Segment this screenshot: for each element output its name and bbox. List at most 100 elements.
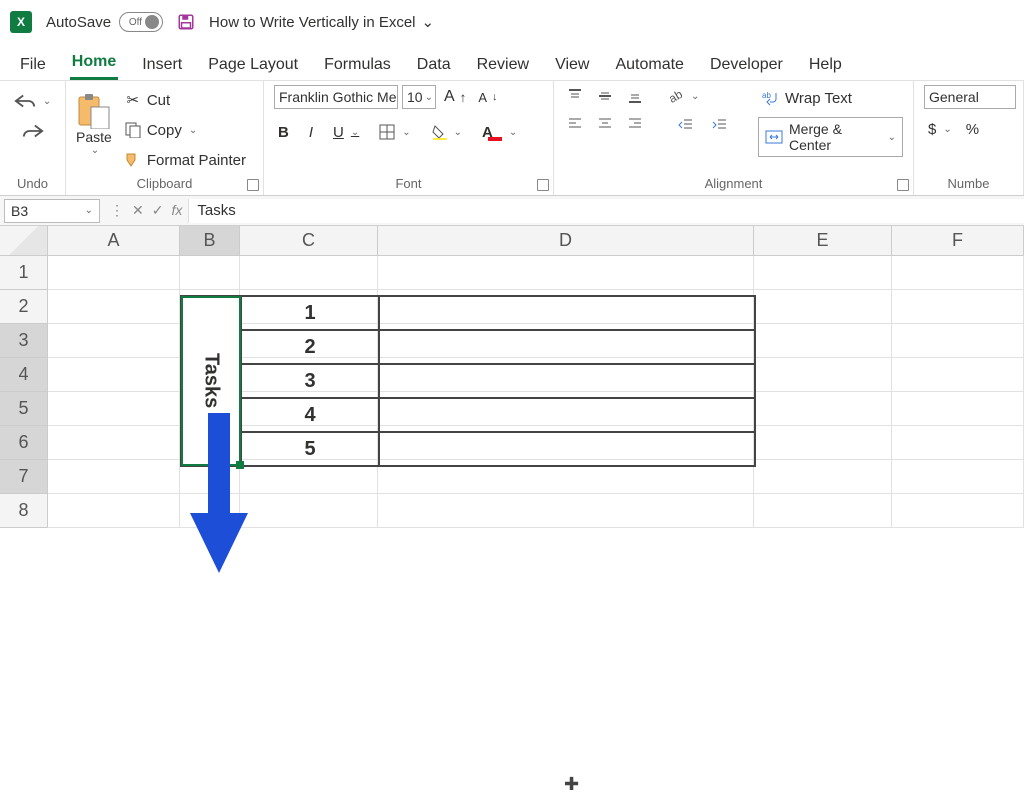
cell[interactable] <box>48 460 180 494</box>
cell[interactable] <box>180 494 240 528</box>
align-left-button[interactable] <box>564 113 586 135</box>
alignment-launcher[interactable] <box>897 179 909 191</box>
merged-tasks-cell[interactable]: Tasks <box>181 296 241 466</box>
row-header-4[interactable]: 4 <box>0 358 48 392</box>
autosave-toggle[interactable]: Off <box>119 12 163 32</box>
decrease-indent-button[interactable] <box>674 115 698 135</box>
cell[interactable] <box>754 426 892 460</box>
fx-icon[interactable]: fx <box>171 202 182 219</box>
cell[interactable] <box>754 256 892 290</box>
wrap-text-button[interactable]: abWrap Text <box>758 87 903 109</box>
tab-home[interactable]: Home <box>70 47 118 80</box>
clipboard-launcher[interactable] <box>247 179 259 191</box>
align-bottom-button[interactable] <box>624 85 646 107</box>
cell[interactable] <box>754 494 892 528</box>
table-cell[interactable] <box>379 296 755 330</box>
increase-font-button[interactable]: A↑ <box>440 86 470 108</box>
row-header-6[interactable]: 6 <box>0 426 48 460</box>
cell[interactable] <box>378 494 754 528</box>
row-header-2[interactable]: 2 <box>0 290 48 324</box>
redo-button[interactable] <box>18 121 48 141</box>
row-header-1[interactable]: 1 <box>0 256 48 290</box>
underline-button[interactable]: U⌄ <box>329 122 363 143</box>
row-header-3[interactable]: 3 <box>0 324 48 358</box>
tab-insert[interactable]: Insert <box>140 50 184 80</box>
cell[interactable] <box>48 494 180 528</box>
cell[interactable] <box>754 358 892 392</box>
tab-developer[interactable]: Developer <box>708 50 785 80</box>
tab-automate[interactable]: Automate <box>613 50 685 80</box>
table-cell[interactable] <box>379 432 755 466</box>
cell[interactable] <box>892 460 1024 494</box>
tab-review[interactable]: Review <box>475 50 531 80</box>
table-cell[interactable]: 4 <box>241 398 379 432</box>
format-painter-button[interactable]: Format Painter <box>120 149 250 171</box>
cell[interactable] <box>48 324 180 358</box>
formula-input[interactable]: Tasks <box>188 199 1024 223</box>
cell[interactable] <box>48 392 180 426</box>
fill-color-button[interactable]: ⌄ <box>427 122 466 142</box>
decrease-font-button[interactable]: A↓ <box>474 88 501 107</box>
copy-button[interactable]: Copy⌄ <box>120 119 201 141</box>
cell[interactable] <box>892 392 1024 426</box>
tab-page-layout[interactable]: Page Layout <box>206 50 300 80</box>
table-cell[interactable] <box>379 364 755 398</box>
align-middle-button[interactable] <box>594 85 616 107</box>
number-format-combo[interactable]: General <box>924 85 1016 109</box>
tab-view[interactable]: View <box>553 50 591 80</box>
document-title[interactable]: How to Write Vertically in Excel ⌄ <box>209 13 434 31</box>
orientation-button[interactable]: ab⌄ <box>662 85 703 107</box>
align-top-button[interactable] <box>564 85 586 107</box>
row-header-5[interactable]: 5 <box>0 392 48 426</box>
col-header-F[interactable]: F <box>892 226 1024 255</box>
tab-file[interactable]: File <box>18 50 48 80</box>
align-center-button[interactable] <box>594 113 616 135</box>
cell[interactable] <box>240 256 378 290</box>
cell[interactable] <box>892 358 1024 392</box>
font-size-combo[interactable]: 10⌄ <box>402 85 436 109</box>
cell[interactable] <box>892 426 1024 460</box>
col-header-C[interactable]: C <box>240 226 378 255</box>
cell[interactable] <box>754 392 892 426</box>
save-icon[interactable] <box>177 13 195 31</box>
cell[interactable] <box>892 290 1024 324</box>
merge-center-button[interactable]: Merge & Center⌄ <box>758 117 903 157</box>
cell[interactable] <box>892 494 1024 528</box>
undo-button[interactable]: ⌄ <box>10 91 55 111</box>
cell[interactable] <box>48 290 180 324</box>
table-cell[interactable]: 3 <box>241 364 379 398</box>
col-header-D[interactable]: D <box>378 226 754 255</box>
cell[interactable] <box>754 290 892 324</box>
enter-formula-icon[interactable]: ✓ <box>152 202 164 219</box>
bold-button[interactable]: B <box>274 122 293 143</box>
row-header-8[interactable]: 8 <box>0 494 48 528</box>
font-name-combo[interactable]: Franklin Gothic Me⌄ <box>274 85 398 109</box>
align-right-button[interactable] <box>624 113 646 135</box>
col-header-B[interactable]: B <box>180 226 240 255</box>
selection-fill-handle[interactable] <box>236 461 244 469</box>
cell[interactable] <box>48 426 180 460</box>
cell[interactable] <box>892 256 1024 290</box>
borders-button[interactable]: ⌄ <box>375 122 414 142</box>
table-cell[interactable] <box>379 330 755 364</box>
cell[interactable] <box>48 358 180 392</box>
tab-help[interactable]: Help <box>807 50 844 80</box>
italic-button[interactable]: I <box>305 122 317 143</box>
table-cell[interactable] <box>379 398 755 432</box>
tab-data[interactable]: Data <box>415 50 453 80</box>
cell[interactable] <box>48 256 180 290</box>
cell[interactable] <box>754 460 892 494</box>
font-color-button[interactable]: A⌄ <box>478 121 521 143</box>
tab-formulas[interactable]: Formulas <box>322 50 393 80</box>
cancel-formula-icon[interactable]: ✕ <box>132 202 144 219</box>
increase-indent-button[interactable] <box>708 115 732 135</box>
formula-options-icon[interactable]: ⋮ <box>110 202 124 219</box>
font-launcher[interactable] <box>537 179 549 191</box>
col-header-A[interactable]: A <box>48 226 180 255</box>
select-all-corner[interactable] <box>0 226 48 255</box>
cut-button[interactable]: ✂Cut <box>120 89 174 111</box>
currency-button[interactable]: $⌄ <box>924 119 956 140</box>
paste-button[interactable]: Paste ⌄ <box>76 85 112 156</box>
table-cell[interactable]: 1 <box>241 296 379 330</box>
cell[interactable] <box>378 256 754 290</box>
